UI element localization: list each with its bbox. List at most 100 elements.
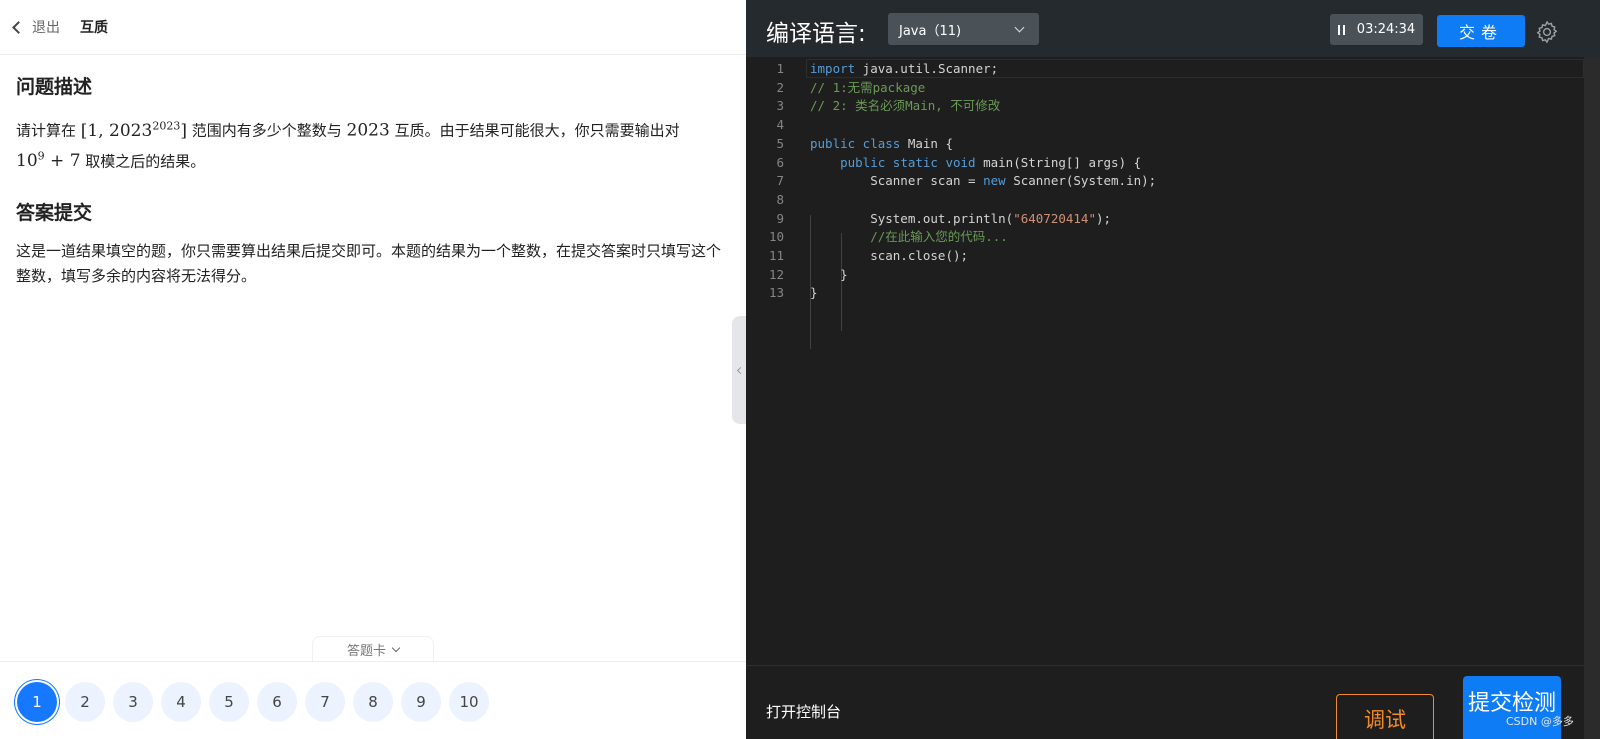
code-line: 11 scan.close(); (746, 246, 1584, 265)
code-token: java.util.Scanner; (855, 61, 999, 76)
question-number-button[interactable]: 8 (353, 682, 393, 722)
app-root: 退出 互质 问题描述 请计算在 [1, 20232023] 范围内有多少个整数与… (0, 0, 1600, 739)
question-number-button[interactable]: 7 (305, 682, 345, 722)
open-console-button[interactable]: 打开控制台 (766, 701, 841, 722)
timer-pause-button[interactable]: 03:24:34 (1330, 14, 1423, 45)
timer-value: 03:24:34 (1356, 22, 1416, 37)
chevron-down-icon (1014, 22, 1025, 33)
code-text: } (810, 283, 818, 302)
editor-scrollbar[interactable] (1584, 57, 1600, 739)
line-number: 13 (768, 285, 784, 301)
editor-toolbar: 编译语言: Java（11) 03:24:34 交卷 (746, 0, 1600, 57)
code-token: import (810, 61, 856, 76)
question-title: 互质 (80, 20, 108, 36)
question-number-button[interactable]: 9 (401, 682, 441, 722)
pause-icon (1337, 24, 1348, 35)
code-text: // 1:无需package (810, 78, 925, 97)
code-text: } (810, 265, 848, 284)
code-token: Scanner scan = (810, 173, 984, 189)
code-token: ); (1096, 210, 1112, 226)
code-text: Scanner scan = new Scanner(System.in); (810, 171, 1156, 190)
submit-check-button[interactable]: 提交检测 (1463, 676, 1561, 739)
code-line: 10 //在此输入您的代码... (746, 227, 1584, 246)
question-number-button[interactable]: 6 (257, 682, 297, 722)
math-modulus: 109 + 7 (16, 149, 81, 172)
language-select[interactable]: Java（11) (888, 13, 1039, 45)
code-token: main(String[] args) { (975, 154, 1142, 170)
gear-icon[interactable] (1535, 20, 1559, 44)
code-line: 4 (746, 115, 1584, 134)
question-number-button[interactable]: 5 (209, 682, 249, 722)
code-line: 2 // 1:无需package (746, 78, 1584, 97)
submit-exam-button[interactable]: 交卷 (1437, 15, 1525, 47)
code-token: Scanner(System.in); (1005, 173, 1157, 189)
code-token: // 2: 类名必须Main, 不可修改 (810, 98, 1001, 114)
problem-pane: 退出 互质 问题描述 请计算在 [1, 20232023] 范围内有多少个整数与… (0, 0, 746, 739)
code-token: // 1:无需package (810, 79, 926, 95)
code-token: new (983, 173, 1006, 189)
code-text: public static void main(String[] args) { (810, 153, 1141, 172)
answer-card-toggle[interactable]: 答题卡 (312, 636, 434, 662)
code-token: } (810, 266, 848, 282)
code-token: "640720414" (1013, 210, 1096, 226)
line-number: 12 (768, 266, 784, 282)
description-text: 请计算在 [1, 20232023] 范围内有多少个整数与 2023 互质。由于… (16, 119, 680, 172)
line-number: 7 (776, 173, 784, 189)
debug-button[interactable]: 调试 (1336, 694, 1434, 739)
code-text: //在此输入您的代码... (810, 227, 1008, 246)
line-number: 8 (776, 191, 784, 207)
line-number: 11 (768, 248, 784, 263)
answer-heading: 答案提交 (16, 202, 93, 225)
code-token: Main { (900, 135, 953, 151)
description-heading: 问题描述 (16, 76, 93, 98)
collapse-pane-handle[interactable] (732, 316, 746, 424)
code-line: 8 (746, 190, 1584, 209)
chevron-left-icon (12, 20, 25, 34)
chevron-down-icon (391, 643, 401, 652)
code-token: scan.close(); (810, 248, 969, 263)
exit-label: 退出 (32, 20, 60, 36)
code-text: // 2: 类名必须Main, 不可修改 (810, 96, 1000, 115)
code-token: } (810, 285, 818, 301)
code-line: 5 public class Main { (746, 134, 1584, 153)
chevron-left-icon (736, 366, 745, 374)
answer-card: 1 2 3 4 5 6 7 8 9 10 (0, 661, 746, 739)
language-value: Java（11) (899, 23, 962, 39)
code-line: 9 System.out.println("640720414"); (746, 209, 1584, 228)
code-token: //在此输入您的代码... (870, 229, 1008, 245)
question-number-button[interactable]: 4 (161, 682, 201, 722)
line-number: 6 (776, 154, 784, 170)
question-number-button[interactable]: 2 (65, 682, 105, 722)
code-line: 13} (746, 283, 1584, 302)
code-line: 12 } (746, 265, 1584, 284)
question-number-button[interactable]: 10 (449, 682, 489, 722)
line-number: 1 (776, 61, 784, 76)
question-number-button[interactable]: 1 (17, 682, 57, 722)
language-label: 编译语言: (766, 21, 866, 47)
question-number-list: 1 2 3 4 5 6 7 8 9 10 (17, 682, 497, 722)
exit-button[interactable]: 退出 (10, 17, 60, 37)
editor-pane: 编译语言: Java（11) 03:24:34 交卷 1 import java.… (746, 0, 1600, 739)
code-text: import java.util.Scanner; (810, 59, 998, 78)
watermark: CSDN @多多 (1506, 715, 1574, 728)
line-number: 4 (776, 117, 784, 133)
problem-content: 问题描述 请计算在 [1, 20232023] 范围内有多少个整数与 2023 … (16, 72, 728, 289)
line-number: 10 (768, 229, 784, 245)
line-number: 3 (776, 98, 784, 114)
line-number: 9 (776, 210, 784, 226)
code-text: scan.close(); (810, 246, 968, 265)
code-editor[interactable]: 1 import java.util.Scanner; 2 // 1:无需packag… (746, 57, 1584, 665)
code-text: public class Main { (810, 134, 953, 153)
code-line: 3 // 2: 类名必须Main, 不可修改 (746, 96, 1584, 115)
code-line: 7 Scanner scan = new Scanner(System.in); (746, 171, 1584, 190)
line-number: 2 (776, 79, 784, 95)
code-token: public static void (840, 154, 976, 170)
question-number-button[interactable]: 3 (113, 682, 153, 722)
line-number: 5 (776, 135, 784, 151)
problem-topbar: 退出 互质 (0, 0, 746, 55)
code-token: public class (810, 135, 901, 151)
math-range: [1, 20232023] (80, 119, 187, 141)
code-text: System.out.println("640720414"); (810, 209, 1111, 228)
